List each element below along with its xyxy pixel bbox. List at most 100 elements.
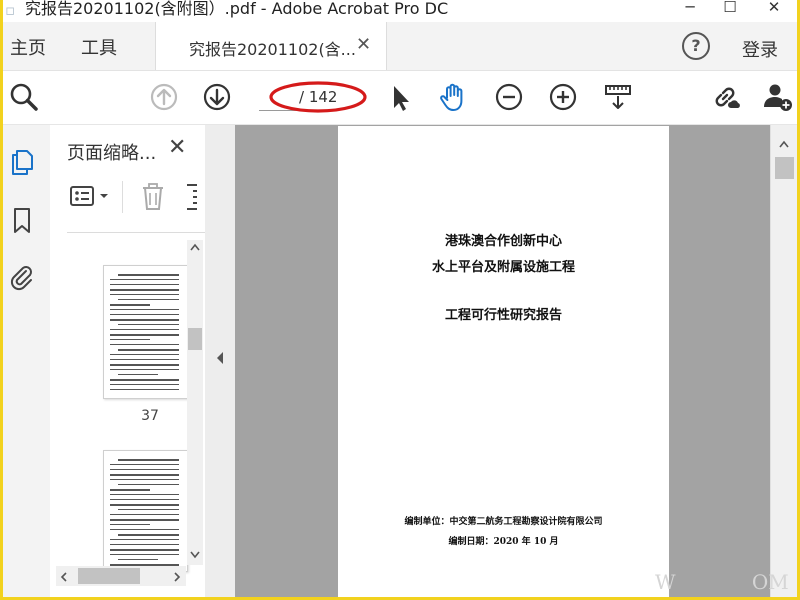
- thumbnail-text-line: [110, 384, 179, 385]
- page-thumbnail[interactable]: [103, 265, 188, 399]
- thumbnail-text-line: [110, 474, 179, 476]
- doc-title-line1: 港珠澳合作创新中心: [444, 234, 562, 249]
- pdf-page: 港珠澳合作创新中心 水上平台及附属设施工程 工程可行性研究报告 编制单位：中交第…: [338, 126, 669, 597]
- options-menu-icon[interactable]: [69, 183, 115, 211]
- fit-page-icon[interactable]: [602, 81, 634, 113]
- login-button[interactable]: 登录: [742, 36, 778, 62]
- thumbnail-text-line: [110, 284, 179, 285]
- zoom-out-icon[interactable]: [493, 81, 525, 113]
- document-tab-close-icon[interactable]: ✕: [356, 34, 371, 55]
- thumbnail-text-line: [110, 519, 179, 521]
- document-tab[interactable]: 究报告20201102(含... ✕: [155, 22, 387, 70]
- thumbnail-text-line: [110, 514, 179, 515]
- thumbnail-text-line: [110, 504, 179, 506]
- thumbnail-text-line: [110, 364, 179, 366]
- toolbar: / 142: [3, 71, 797, 125]
- maximize-button[interactable]: ☐: [715, 0, 745, 18]
- attachment-icon[interactable]: [7, 262, 37, 292]
- scroll-down-icon[interactable]: [189, 550, 201, 560]
- toolbar-divider: [122, 181, 123, 213]
- doc-date: 编制日期：2020 年 10 月: [448, 537, 559, 547]
- left-rail: [3, 125, 51, 597]
- thumbnail-text-line: [118, 559, 158, 560]
- thumbnail-text-line: [110, 549, 179, 551]
- thumbnail-text-line: [110, 369, 179, 370]
- document-tab-label: 究报告20201102(含...: [189, 40, 356, 59]
- thumbnail-text-line: [110, 359, 179, 360]
- thumbnail-text-line: [110, 499, 179, 500]
- insert-page-icon[interactable]: [185, 181, 199, 213]
- thumbnail-text-line: [110, 539, 179, 540]
- document-scrollbar[interactable]: [770, 125, 797, 597]
- thumbnail-text-line: [110, 279, 179, 280]
- zoom-in-icon[interactable]: [547, 81, 579, 113]
- thumbnail-text-line: [118, 274, 179, 276]
- thumbnail-text-line: [118, 349, 179, 351]
- share-link-icon[interactable]: [709, 81, 741, 113]
- panel-toolbar: [67, 179, 197, 219]
- page-up-icon[interactable]: [148, 81, 180, 113]
- add-user-icon[interactable]: [761, 81, 793, 113]
- doc-title-line2: 水上平台及附属设施工程: [431, 260, 575, 275]
- window-title: 究报告20201102(含附图）.pdf - Adobe Acrobat Pro…: [25, 0, 449, 18]
- document-view[interactable]: 港珠澳合作创新中心 水上平台及附属设施工程 工程可行性研究报告 编制单位：中交第…: [235, 125, 770, 597]
- thumbnail-text-line: [110, 389, 179, 390]
- thumbnail-text-line: [110, 334, 179, 336]
- thumbnail-text-line: [110, 314, 179, 315]
- menu-home[interactable]: 主页: [10, 34, 46, 60]
- collapse-panel-icon[interactable]: [215, 351, 225, 365]
- thumbnail-text-line: [110, 289, 179, 291]
- menu-tools[interactable]: 工具: [81, 34, 117, 60]
- scroll-right-icon[interactable]: [172, 571, 182, 583]
- red-highlight-ellipse: [269, 81, 367, 113]
- thumbnail-text-line: [110, 344, 179, 345]
- watermark-text: W OM: [655, 570, 789, 594]
- thumbnail-text-line: [110, 464, 179, 465]
- thumbnail-hscrollbar[interactable]: [56, 566, 186, 586]
- thumbnail-text-line: [118, 459, 179, 461]
- hand-icon[interactable]: [437, 81, 469, 113]
- thumbnail-text-line: [110, 304, 150, 306]
- doc-scroll-up-icon[interactable]: [778, 139, 790, 149]
- thumbnail-text-line: [110, 329, 179, 330]
- page-down-icon[interactable]: [201, 81, 233, 113]
- delete-icon[interactable]: [139, 182, 167, 212]
- thumbnail-text-line: [110, 294, 179, 295]
- page-thumbnail[interactable]: [103, 450, 188, 572]
- thumbnail-scrollbar[interactable]: [187, 240, 203, 565]
- help-icon[interactable]: ?: [682, 32, 710, 60]
- watermark-logo: ▫: [5, 1, 16, 19]
- thumbnail-text-line: [110, 494, 179, 495]
- panel-separator: [67, 232, 207, 233]
- thumbnail-text-line: [118, 324, 179, 325]
- doc-title-line3: 工程可行性研究报告: [444, 308, 562, 323]
- thumbnail-text-line: [110, 319, 179, 321]
- thumbnail-scrollbar-thumb[interactable]: [188, 328, 202, 350]
- thumbnails-panel: 页面缩略... ✕ 37: [50, 125, 207, 597]
- minimize-button[interactable]: ─: [675, 0, 705, 18]
- hscrollbar-thumb[interactable]: [78, 568, 140, 584]
- thumbnail-text-line: [110, 354, 179, 355]
- thumbnail-text-line: [118, 484, 179, 485]
- scroll-left-icon[interactable]: [59, 571, 69, 583]
- search-icon[interactable]: [8, 81, 40, 113]
- panel-collapse-strip: [205, 125, 235, 597]
- select-arrow-icon[interactable]: [385, 81, 417, 113]
- document-scrollbar-thumb[interactable]: [775, 157, 794, 179]
- menu-bar: 主页 工具 究报告20201102(含... ✕ ? 登录: [3, 22, 797, 71]
- thumbnail-text-line: [110, 479, 179, 480]
- scroll-up-icon[interactable]: [189, 242, 201, 252]
- panel-title: 页面缩略...: [67, 143, 157, 164]
- close-window-button[interactable]: ✕: [759, 0, 789, 18]
- thumbnail-text-line: [110, 379, 179, 381]
- thumbnail-text-line: [118, 509, 179, 510]
- thumbnail-text-line: [110, 529, 179, 530]
- page-thumbnails-icon[interactable]: [7, 147, 37, 177]
- thumbnail-text-line: [110, 469, 179, 470]
- thumbnail-text-line: [110, 544, 179, 545]
- bookmark-icon[interactable]: [7, 205, 37, 235]
- thumbnail-text-line: [118, 534, 179, 536]
- thumbnail-text-line: [118, 299, 179, 300]
- panel-close-icon[interactable]: ✕: [168, 135, 186, 160]
- title-bar: ▫ 究报告20201102(含附图）.pdf - Adobe Acrobat P…: [3, 0, 797, 22]
